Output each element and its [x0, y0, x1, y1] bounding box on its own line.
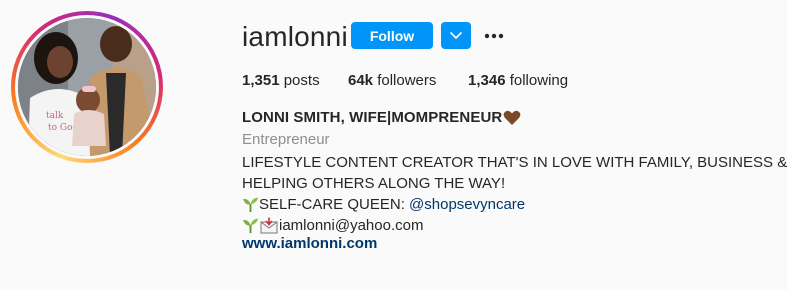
following-label: following [509, 72, 569, 89]
followers-label: followers [377, 72, 437, 89]
envelope-icon [260, 217, 278, 234]
posts-label: posts [283, 72, 320, 89]
seedling-icon [243, 218, 258, 233]
profile-avatar-ring[interactable]: talk to God [11, 11, 163, 163]
avatar-gap: talk to God [15, 15, 159, 159]
bio-line-2: HELPING OTHERS ALONG THE WAY! [242, 173, 782, 194]
followers-count: 64k [348, 72, 374, 89]
following-count: 1,346 [468, 72, 506, 89]
bio-email: iamlonni@yahoo.com [279, 217, 424, 234]
avatar[interactable]: talk to God [18, 18, 156, 156]
website-link[interactable]: www.iamlonni.com [242, 235, 377, 252]
full-name: LONNI SMITH, WIFE|MOMPRENEUR [242, 109, 521, 126]
bio-line-4: iamlonni@yahoo.com [242, 215, 782, 236]
seedling-icon [243, 197, 258, 212]
bio-line-3: SELF-CARE QUEEN: @shopsevyncare [242, 194, 782, 215]
chevron-down-icon [450, 31, 462, 39]
avatar-photo: talk to God [18, 18, 156, 156]
stat-posts: 1,351 posts [242, 72, 348, 89]
svg-text:talk: talk [46, 111, 64, 121]
bio-line-1-text: LIFESTYLE CONTENT CREATOR THAT'S IN LOVE… [242, 154, 787, 171]
follow-button[interactable]: Follow [351, 22, 433, 49]
posts-count: 1,351 [242, 72, 280, 89]
bio: LIFESTYLE CONTENT CREATOR THAT'S IN LOVE… [242, 152, 787, 236]
bio-line-3-text: SELF-CARE QUEEN: [259, 196, 410, 213]
bio-line-2-text: HELPING OTHERS ALONG THE WAY! [242, 175, 506, 192]
mention-link[interactable]: @shopsevyncare [409, 194, 525, 215]
suggestions-dropdown-button[interactable] [441, 22, 471, 49]
full-name-text: LONNI SMITH, WIFE|MOMPRENEUR [242, 109, 503, 126]
stat-followers[interactable]: 64k followers [348, 72, 468, 89]
more-options-icon [484, 33, 504, 39]
brown-heart-icon [503, 110, 521, 125]
username: iamlonni [242, 21, 348, 52]
profile-category: Entrepreneur [242, 131, 330, 148]
stat-following[interactable]: 1,346 following [468, 72, 568, 89]
more-options-button[interactable] [482, 24, 506, 48]
bio-line-1: LIFESTYLE CONTENT CREATOR THAT'S IN LOVE… [242, 152, 787, 173]
profile-stats: 1,351 posts 64k followers 1,346 followin… [242, 72, 568, 89]
